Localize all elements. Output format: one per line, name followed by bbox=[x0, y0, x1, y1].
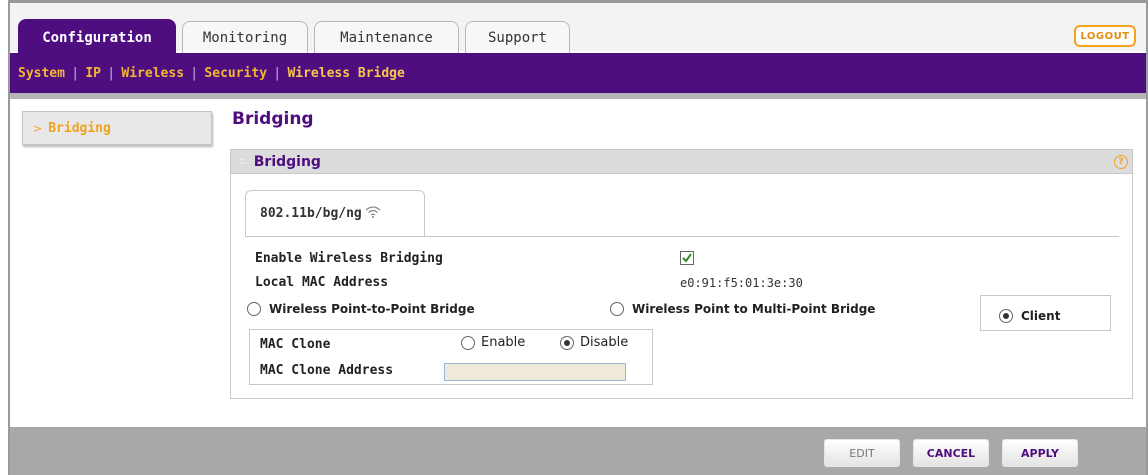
option-label: Disable bbox=[580, 335, 629, 350]
sidebar-item-bridging[interactable]: > Bridging bbox=[22, 111, 212, 145]
radio-tab-label: 802.11b/bg/ng bbox=[260, 206, 362, 221]
subnav-separator: | bbox=[72, 65, 78, 81]
subnav-item-security[interactable]: Security bbox=[204, 66, 267, 81]
panel-header: :: Bridging ? bbox=[231, 150, 1132, 174]
sidebar-item-label: Bridging bbox=[48, 120, 111, 136]
edit-button[interactable]: EDIT bbox=[824, 439, 900, 467]
local-mac-value: e0:91:f5:01:3e:30 bbox=[680, 276, 803, 290]
tab-configuration[interactable]: Configuration bbox=[18, 19, 176, 55]
subnav-item-wireless[interactable]: Wireless bbox=[121, 66, 184, 81]
tab-maintenance[interactable]: Maintenance bbox=[314, 21, 459, 53]
grip-icon: :: bbox=[239, 156, 246, 167]
radio-button-selected[interactable] bbox=[560, 335, 574, 350]
radio-button[interactable] bbox=[247, 302, 261, 316]
logout-button[interactable]: LOGOUT bbox=[1074, 25, 1136, 47]
mac-clone-box: MAC Clone Enable Disable MAC Clone Addre… bbox=[249, 329, 653, 385]
subnav-separator: | bbox=[192, 65, 197, 81]
footer-bar: EDIT CANCEL APPLY bbox=[10, 427, 1146, 475]
local-mac-label: Local MAC Address bbox=[255, 275, 389, 290]
subnav-separator: | bbox=[275, 65, 280, 81]
tab-divider bbox=[245, 236, 1119, 237]
tab-radio-80211bgng[interactable]: 802.11b/bg/ng bbox=[245, 190, 425, 236]
mac-clone-address-label: MAC Clone Address bbox=[260, 363, 394, 378]
top-tab-bar: Configuration Monitoring Maintenance Sup… bbox=[10, 3, 1146, 55]
mac-clone-address-input[interactable] bbox=[444, 363, 626, 381]
subnav-item-system[interactable]: System bbox=[18, 66, 65, 81]
subnav-item-wireless-bridge[interactable]: Wireless Bridge bbox=[287, 66, 404, 81]
mode-label: Wireless Point to Multi-Point Bridge bbox=[632, 302, 876, 316]
mac-clone-label: MAC Clone bbox=[260, 337, 331, 352]
radio-button-selected[interactable] bbox=[999, 309, 1013, 323]
bridging-panel: :: Bridging ? 802.11b/bg/ng Enable Wirel… bbox=[230, 149, 1133, 399]
mac-clone-enable-option[interactable]: Enable bbox=[461, 335, 525, 350]
mode-client[interactable]: Client bbox=[999, 309, 1060, 323]
subnav-separator: | bbox=[109, 65, 114, 81]
tab-support[interactable]: Support bbox=[465, 21, 570, 53]
enable-bridging-label: Enable Wireless Bridging bbox=[255, 251, 443, 266]
tab-monitoring[interactable]: Monitoring bbox=[182, 21, 308, 53]
panel-title: Bridging bbox=[253, 153, 321, 170]
cancel-button[interactable]: CANCEL bbox=[913, 439, 989, 467]
option-label: Enable bbox=[481, 335, 526, 350]
chevron-right-icon: > bbox=[33, 121, 43, 135]
mac-clone-disable-option[interactable]: Disable bbox=[560, 335, 628, 350]
header-divider bbox=[10, 93, 1146, 99]
subnav-item-ip[interactable]: IP bbox=[85, 66, 101, 81]
radio-button[interactable] bbox=[461, 335, 475, 350]
radio-button[interactable] bbox=[610, 302, 624, 316]
wifi-icon bbox=[365, 205, 381, 218]
mode-point-to-multipoint[interactable]: Wireless Point to Multi-Point Bridge bbox=[610, 302, 875, 316]
mode-label: Wireless Point-to-Point Bridge bbox=[269, 302, 475, 316]
mode-point-to-point[interactable]: Wireless Point-to-Point Bridge bbox=[247, 302, 475, 316]
sub-navigation: System | IP | Wireless | Security | Wire… bbox=[10, 53, 1146, 93]
help-icon[interactable]: ? bbox=[1114, 155, 1128, 169]
apply-button[interactable]: APPLY bbox=[1002, 439, 1078, 467]
app-frame: Configuration Monitoring Maintenance Sup… bbox=[8, 0, 1148, 475]
mode-label: Client bbox=[1021, 309, 1061, 323]
enable-bridging-checkbox[interactable] bbox=[680, 251, 694, 265]
page-title: Bridging bbox=[232, 109, 314, 129]
checkmark-icon bbox=[682, 253, 692, 263]
